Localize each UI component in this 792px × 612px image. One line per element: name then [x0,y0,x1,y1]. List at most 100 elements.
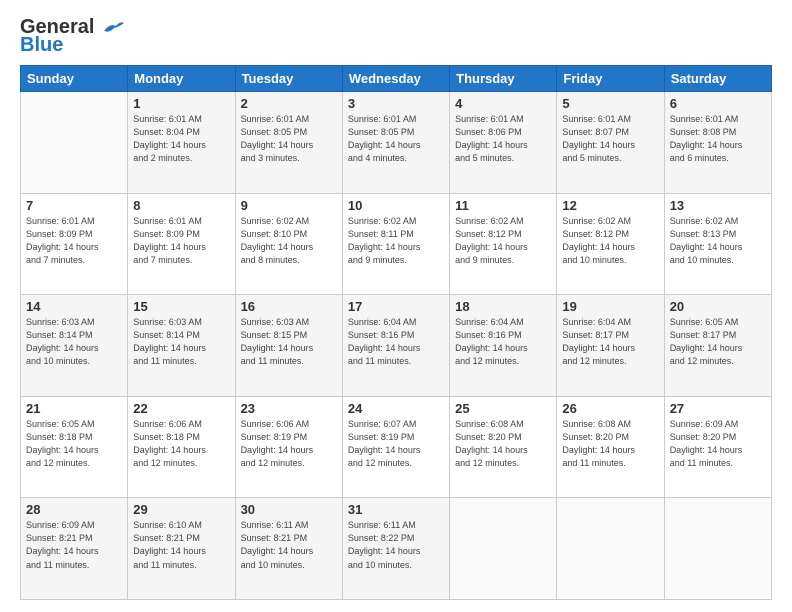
calendar-cell: 31 Sunrise: 6:11 AMSunset: 8:22 PMDayligh… [342,498,449,600]
calendar-week-row: 21 Sunrise: 6:05 AMSunset: 8:18 PMDayligh… [21,396,772,498]
calendar-cell: 22 Sunrise: 6:06 AMSunset: 8:18 PMDayligh… [128,396,235,498]
calendar-cell: 1 Sunrise: 6:01 AMSunset: 8:04 PMDaylight… [128,92,235,194]
day-info: Sunrise: 6:03 AMSunset: 8:14 PMDaylight:… [26,316,122,368]
day-info: Sunrise: 6:06 AMSunset: 8:19 PMDaylight:… [241,418,337,470]
day-info: Sunrise: 6:08 AMSunset: 8:20 PMDaylight:… [455,418,551,470]
day-info: Sunrise: 6:01 AMSunset: 8:05 PMDaylight:… [241,113,337,165]
calendar-header-row: SundayMondayTuesdayWednesdayThursdayFrid… [21,66,772,92]
col-header-sunday: Sunday [21,66,128,92]
calendar-cell: 27 Sunrise: 6:09 AMSunset: 8:20 PMDayligh… [664,396,771,498]
day-info: Sunrise: 6:10 AMSunset: 8:21 PMDaylight:… [133,519,229,571]
day-number: 3 [348,96,444,111]
calendar-cell: 17Sunrise: 6:04 AMSunset: 8:16 PMDayligh… [342,295,449,397]
day-info: Sunrise: 6:01 AMSunset: 8:07 PMDaylight:… [562,113,658,165]
day-number: 26 [562,401,658,416]
calendar-cell: 19 Sunrise: 6:04 AMSunset: 8:17 PMDayligh… [557,295,664,397]
calendar-cell: 16 Sunrise: 6:03 AMSunset: 8:15 PMDayligh… [235,295,342,397]
day-number: 29 [133,502,229,517]
calendar-week-row: 7 Sunrise: 6:01 AMSunset: 8:09 PMDaylight… [21,193,772,295]
day-number: 1 [133,96,229,111]
day-info: Sunrise: 6:04 AMSunset: 8:17 PMDaylight:… [562,316,658,368]
calendar-cell: 15 Sunrise: 6:03 AMSunset: 8:14 PMDayligh… [128,295,235,397]
calendar-cell: 13 Sunrise: 6:02 AMSunset: 8:13 PMDayligh… [664,193,771,295]
day-info: Sunrise: 6:02 AMSunset: 8:12 PMDaylight:… [562,215,658,267]
day-number: 27 [670,401,766,416]
day-number: 24 [348,401,444,416]
day-number: 12 [562,198,658,213]
day-number: 22 [133,401,229,416]
calendar-cell [450,498,557,600]
calendar-week-row: 14 Sunrise: 6:03 AMSunset: 8:14 PMDayligh… [21,295,772,397]
calendar-cell: 21 Sunrise: 6:05 AMSunset: 8:18 PMDayligh… [21,396,128,498]
calendar-cell: 4Sunrise: 6:01 AMSunset: 8:06 PMDaylight… [450,92,557,194]
day-info: Sunrise: 6:01 AMSunset: 8:09 PMDaylight:… [133,215,229,267]
day-info: Sunrise: 6:02 AMSunset: 8:11 PMDaylight:… [348,215,444,267]
day-number: 31 [348,502,444,517]
day-number: 10 [348,198,444,213]
day-number: 14 [26,299,122,314]
col-header-friday: Friday [557,66,664,92]
day-info: Sunrise: 6:01 AMSunset: 8:06 PMDaylight:… [455,113,551,165]
day-info: Sunrise: 6:09 AMSunset: 8:21 PMDaylight:… [26,519,122,571]
day-info: Sunrise: 6:04 AMSunset: 8:16 PMDaylight:… [455,316,551,368]
day-number: 9 [241,198,337,213]
calendar-cell [557,498,664,600]
day-number: 20 [670,299,766,314]
day-number: 13 [670,198,766,213]
day-info: Sunrise: 6:05 AMSunset: 8:18 PMDaylight:… [26,418,122,470]
calendar-body: 1 Sunrise: 6:01 AMSunset: 8:04 PMDaylight… [21,92,772,600]
calendar-cell: 18 Sunrise: 6:04 AMSunset: 8:16 PMDayligh… [450,295,557,397]
calendar-cell: 28Sunrise: 6:09 AMSunset: 8:21 PMDayligh… [21,498,128,600]
calendar-cell: 6Sunrise: 6:01 AMSunset: 8:08 PMDaylight… [664,92,771,194]
calendar-cell: 30Sunrise: 6:11 AMSunset: 8:21 PMDayligh… [235,498,342,600]
day-number: 19 [562,299,658,314]
day-info: Sunrise: 6:01 AMSunset: 8:04 PMDaylight:… [133,113,229,165]
calendar-cell: 8 Sunrise: 6:01 AMSunset: 8:09 PMDaylight… [128,193,235,295]
day-number: 7 [26,198,122,213]
logo-blue: Blue [20,34,63,57]
calendar-cell: 7 Sunrise: 6:01 AMSunset: 8:09 PMDaylight… [21,193,128,295]
day-number: 21 [26,401,122,416]
col-header-monday: Monday [128,66,235,92]
day-info: Sunrise: 6:06 AMSunset: 8:18 PMDaylight:… [133,418,229,470]
logo: General Blue [20,16,124,57]
day-number: 8 [133,198,229,213]
calendar-cell: 11 Sunrise: 6:02 AMSunset: 8:12 PMDayligh… [450,193,557,295]
calendar-table: SundayMondayTuesdayWednesdayThursdayFrid… [20,65,772,600]
day-number: 18 [455,299,551,314]
day-number: 2 [241,96,337,111]
day-info: Sunrise: 6:09 AMSunset: 8:20 PMDaylight:… [670,418,766,470]
calendar-cell: 12 Sunrise: 6:02 AMSunset: 8:12 PMDayligh… [557,193,664,295]
day-info: Sunrise: 6:05 AMSunset: 8:17 PMDaylight:… [670,316,766,368]
day-info: Sunrise: 6:02 AMSunset: 8:13 PMDaylight:… [670,215,766,267]
calendar-cell: 5Sunrise: 6:01 AMSunset: 8:07 PMDaylight… [557,92,664,194]
day-info: Sunrise: 6:02 AMSunset: 8:10 PMDaylight:… [241,215,337,267]
logo-bird-icon [102,21,124,35]
col-header-saturday: Saturday [664,66,771,92]
calendar-cell: 2 Sunrise: 6:01 AMSunset: 8:05 PMDaylight… [235,92,342,194]
calendar-cell: 20 Sunrise: 6:05 AMSunset: 8:17 PMDayligh… [664,295,771,397]
col-header-thursday: Thursday [450,66,557,92]
calendar-cell: 14 Sunrise: 6:03 AMSunset: 8:14 PMDayligh… [21,295,128,397]
day-number: 30 [241,502,337,517]
day-info: Sunrise: 6:02 AMSunset: 8:12 PMDaylight:… [455,215,551,267]
calendar-cell: 29 Sunrise: 6:10 AMSunset: 8:21 PMDayligh… [128,498,235,600]
calendar-cell: 25Sunrise: 6:08 AMSunset: 8:20 PMDayligh… [450,396,557,498]
day-info: Sunrise: 6:11 AMSunset: 8:22 PMDaylight:… [348,519,444,571]
calendar-cell: 23 Sunrise: 6:06 AMSunset: 8:19 PMDayligh… [235,396,342,498]
day-info: Sunrise: 6:01 AMSunset: 8:08 PMDaylight:… [670,113,766,165]
day-info: Sunrise: 6:03 AMSunset: 8:15 PMDaylight:… [241,316,337,368]
day-number: 23 [241,401,337,416]
calendar-cell [21,92,128,194]
calendar-cell: 3Sunrise: 6:01 AMSunset: 8:05 PMDaylight… [342,92,449,194]
day-number: 11 [455,198,551,213]
day-number: 16 [241,299,337,314]
col-header-tuesday: Tuesday [235,66,342,92]
day-number: 15 [133,299,229,314]
calendar-week-row: 28Sunrise: 6:09 AMSunset: 8:21 PMDayligh… [21,498,772,600]
day-info: Sunrise: 6:03 AMSunset: 8:14 PMDaylight:… [133,316,229,368]
day-info: Sunrise: 6:01 AMSunset: 8:09 PMDaylight:… [26,215,122,267]
calendar-cell: 10 Sunrise: 6:02 AMSunset: 8:11 PMDayligh… [342,193,449,295]
calendar-cell [664,498,771,600]
calendar-week-row: 1 Sunrise: 6:01 AMSunset: 8:04 PMDaylight… [21,92,772,194]
